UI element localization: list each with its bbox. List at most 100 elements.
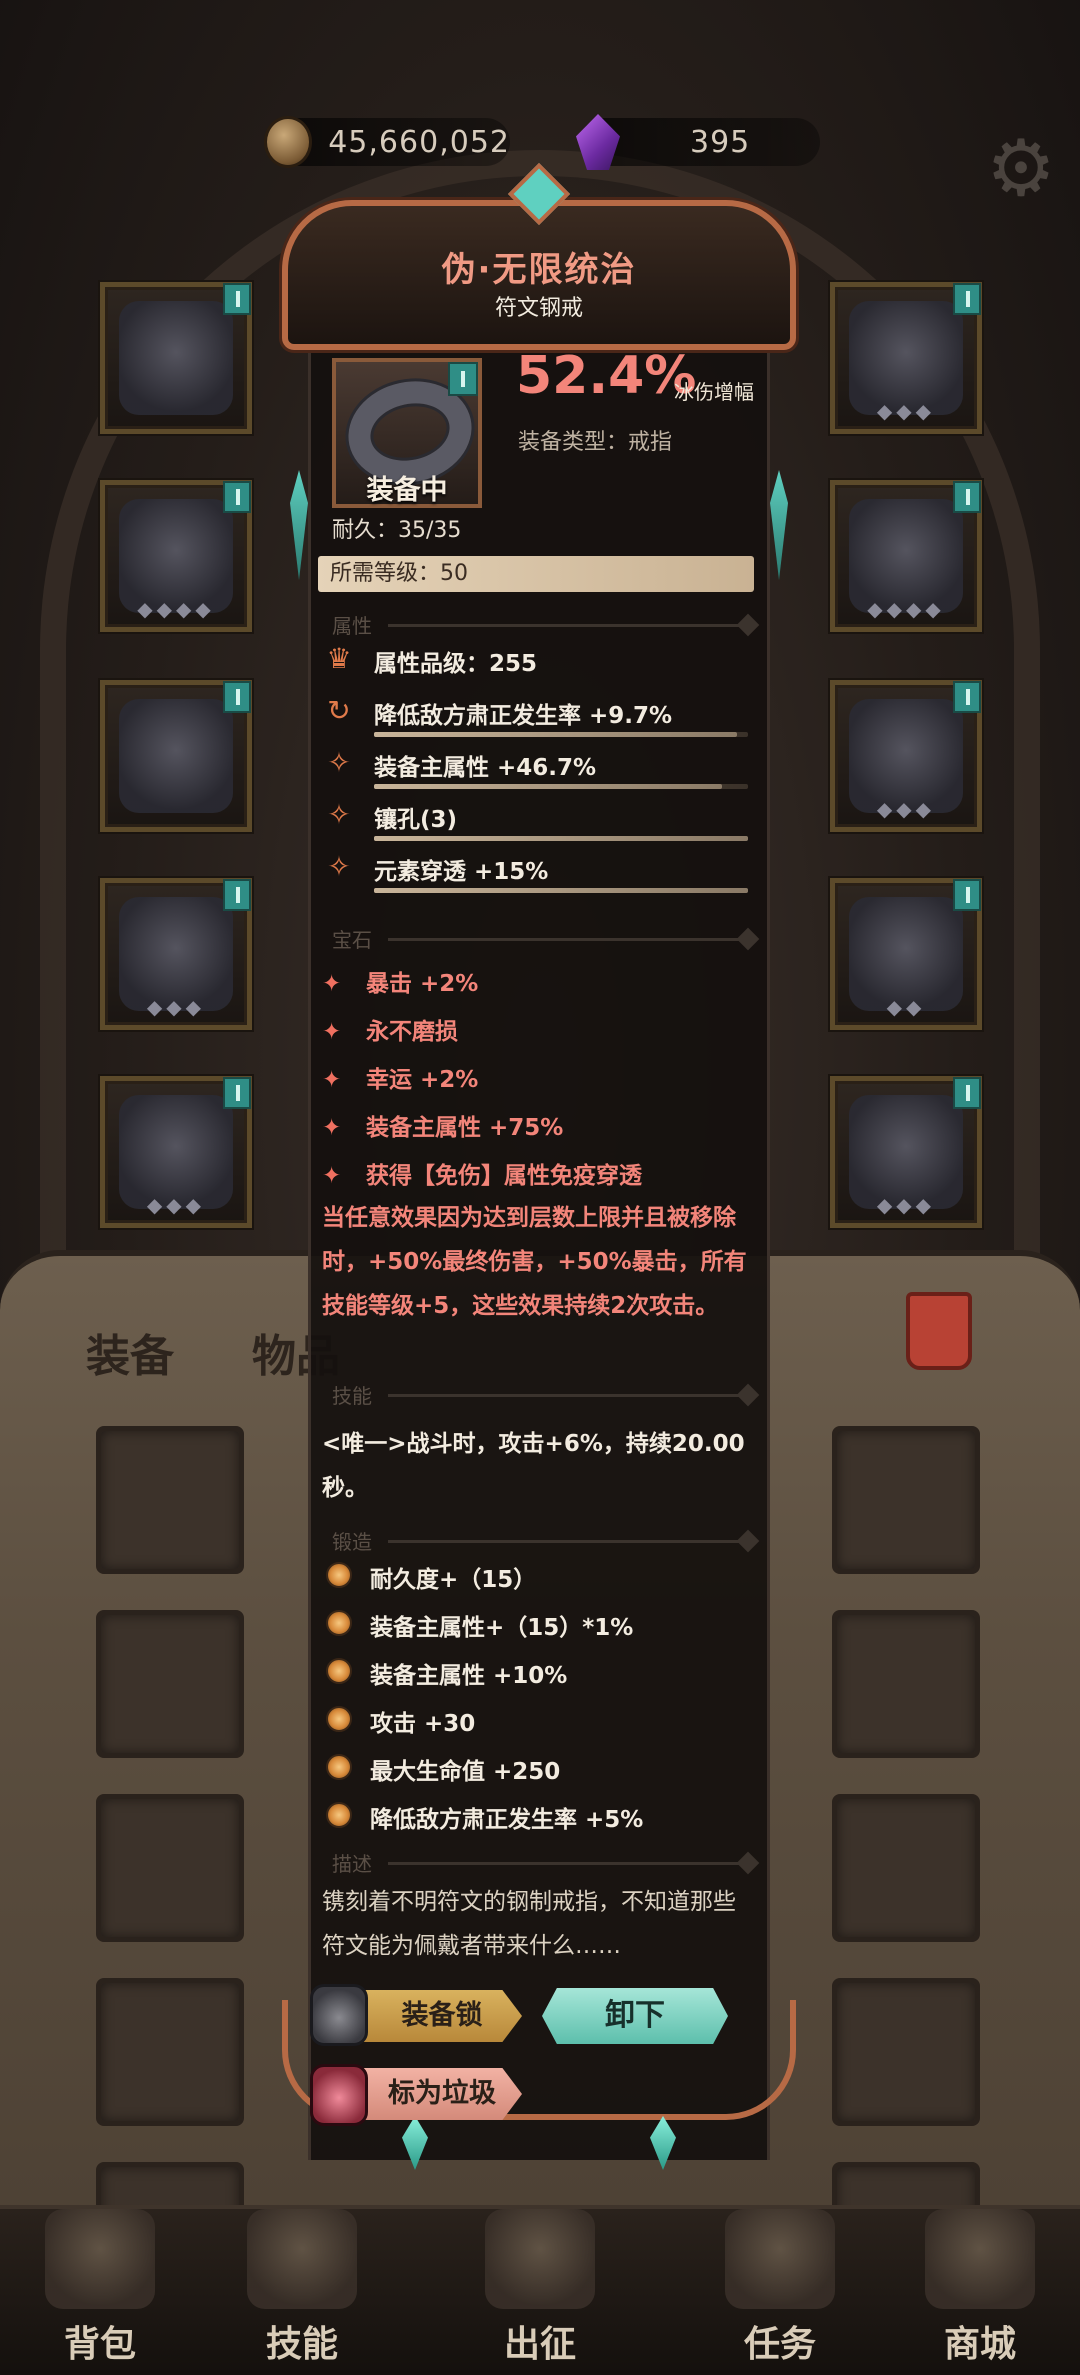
skill-book-icon bbox=[247, 2209, 357, 2309]
equip-slot-boots[interactable]: ◆◆◆ bbox=[100, 1076, 252, 1228]
durability: 耐久：35/35 bbox=[332, 518, 462, 543]
nav-skills[interactable]: 技能 bbox=[212, 2209, 392, 2367]
inventory-slot[interactable] bbox=[96, 1426, 244, 1574]
gem-star-icon: ✦ bbox=[322, 1163, 342, 1189]
attr-bar bbox=[374, 836, 748, 841]
socket-gems: ◆◆◆ bbox=[876, 399, 936, 423]
equip-slot-weapon[interactable]: ◆◆ bbox=[830, 878, 982, 1030]
slot-tag bbox=[953, 879, 981, 911]
equip-slot-amulet[interactable]: ◆◆◆ bbox=[830, 282, 982, 434]
forge-text: 攻击 +30 bbox=[370, 1711, 476, 1737]
forge-text: 装备主属性 +10% bbox=[370, 1663, 568, 1689]
attr-bar bbox=[374, 732, 748, 737]
inventory-slot[interactable] bbox=[832, 1610, 980, 1758]
slot-tag bbox=[223, 283, 251, 315]
unequip-button[interactable]: 卸下 bbox=[542, 1988, 728, 2044]
nav-label: 商城 bbox=[943, 2324, 1016, 2365]
inventory-slot[interactable] bbox=[96, 1610, 244, 1758]
bottom-nav: 背包 技能 出征 任务 商城 bbox=[0, 2205, 1080, 2375]
equip-slot-gloves[interactable] bbox=[100, 680, 252, 832]
section-divider bbox=[388, 938, 752, 941]
equip-slot-belt[interactable]: ◆◆◆ bbox=[100, 878, 252, 1030]
section-divider bbox=[388, 624, 752, 627]
forge-dot-icon bbox=[326, 1610, 352, 1636]
equip-slot-ring[interactable]: ◆◆◆ bbox=[830, 680, 982, 832]
quest-scroll-icon bbox=[725, 2209, 835, 2309]
attr-text: 镶孔(3) bbox=[374, 807, 458, 833]
section-skills: 技能 bbox=[332, 1380, 752, 1410]
settings-gear-icon[interactable]: ⚙ bbox=[980, 128, 1062, 210]
attr-text: 装备主属性 +46.7% bbox=[374, 755, 597, 781]
boots-icon bbox=[119, 1095, 233, 1209]
forge-row: 降低敌方肃正发生率 +5% bbox=[326, 1794, 756, 1834]
main-stat-label: 冰伤增幅 bbox=[674, 380, 754, 404]
nav-backpack[interactable]: 背包 bbox=[10, 2209, 190, 2367]
gem-star-icon: ✦ bbox=[322, 1067, 342, 1093]
gold-amount: 45,660,052 bbox=[328, 124, 510, 160]
inventory-slot[interactable] bbox=[832, 1426, 980, 1574]
nav-quests[interactable]: 任务 bbox=[690, 2209, 870, 2367]
gem-text: 获得【免伤】属性免疫穿透 bbox=[366, 1163, 642, 1189]
gem-row: ✦ 装备主属性 +75% bbox=[322, 1108, 762, 1142]
forge-row: 最大生命值 +250 bbox=[326, 1746, 756, 1786]
forge-dot-icon bbox=[326, 1562, 352, 1588]
socket-gems: ◆◆◆◆ bbox=[137, 597, 215, 621]
section-label: 技能 bbox=[332, 1384, 372, 1408]
section-forge: 锻造 bbox=[332, 1526, 752, 1556]
slot-tag bbox=[223, 879, 251, 911]
shop-icon bbox=[925, 2209, 1035, 2309]
item-name: 伪·无限统治 bbox=[441, 250, 637, 290]
forge-text: 最大生命值 +250 bbox=[370, 1759, 561, 1785]
attr-bar-fill bbox=[374, 888, 748, 893]
gem-amount: 395 bbox=[690, 124, 751, 160]
socket-gems: ◆◆◆ bbox=[146, 995, 206, 1019]
equip-slot-bracer[interactable]: ◆◆◆◆ bbox=[830, 480, 982, 632]
weapon-icon bbox=[849, 897, 963, 1011]
attr-bar-fill bbox=[374, 732, 737, 737]
attr-row: ✧ 镶孔(3) bbox=[322, 796, 762, 841]
item-detail-panel: 伪·无限统治 符文钢戒 装备中 52.4% 冰伤增幅 装备类型：戒指 耐久：35… bbox=[282, 200, 796, 2170]
slot-tag bbox=[223, 1077, 251, 1109]
section-label: 锻造 bbox=[332, 1530, 372, 1554]
slot-tag bbox=[953, 1077, 981, 1109]
equip-slot-helmet[interactable] bbox=[100, 282, 252, 434]
trash-icon[interactable] bbox=[906, 1292, 972, 1370]
bracer-icon bbox=[849, 499, 963, 613]
nav-expedition[interactable]: 出征 bbox=[450, 2209, 630, 2367]
attr-text: 元素穿透 +15% bbox=[374, 859, 549, 885]
section-divider bbox=[388, 1862, 752, 1865]
forge-row: 装备主属性+（15）*1% bbox=[326, 1602, 756, 1642]
attr-row: ✧ 元素穿透 +15% bbox=[322, 848, 762, 893]
attr-row: ✧ 装备主属性 +46.7% bbox=[322, 744, 762, 789]
spark-icon: ✧ bbox=[327, 850, 351, 883]
section-label: 属性 bbox=[332, 614, 372, 638]
nav-label: 背包 bbox=[63, 2324, 136, 2365]
lock-icon bbox=[310, 1984, 368, 2046]
nav-label: 技能 bbox=[265, 2324, 338, 2365]
inventory-slot[interactable] bbox=[96, 1794, 244, 1942]
equipped-label: 装备中 bbox=[366, 475, 448, 506]
gem-star-icon: ✦ bbox=[322, 1115, 342, 1141]
orb-icon bbox=[849, 1095, 963, 1209]
forge-text: 装备主属性+（15）*1% bbox=[370, 1615, 634, 1641]
gloves-icon bbox=[119, 699, 233, 813]
skill-text: <唯一>战斗时，攻击+6%，持续20.00秒。 bbox=[322, 1431, 745, 1501]
tab-equipment[interactable]: 装备 bbox=[86, 1320, 174, 1384]
nav-label: 任务 bbox=[743, 2324, 816, 2365]
attr-bar bbox=[374, 888, 748, 893]
inventory-slot[interactable] bbox=[832, 1978, 980, 2126]
inventory-slot[interactable] bbox=[96, 1978, 244, 2126]
nav-label: 出征 bbox=[503, 2324, 576, 2365]
attr-bar bbox=[374, 784, 748, 789]
nav-shop[interactable]: 商城 bbox=[890, 2209, 1070, 2367]
gem-row: ✦ 暴击 +2% bbox=[322, 964, 762, 998]
equip-slot-orb[interactable]: ◆◆◆ bbox=[830, 1076, 982, 1228]
attr-bar-fill bbox=[374, 784, 722, 789]
attr-text: 属性品级：255 bbox=[374, 651, 538, 677]
junk-potion-icon bbox=[310, 2064, 368, 2126]
equip-slot-armor[interactable]: ◆◆◆◆ bbox=[100, 480, 252, 632]
inventory-slot[interactable] bbox=[832, 1794, 980, 1942]
gem-effect-text: 当任意效果因为达到层数上限并且被移除时，+50%最终伤害，+50%暴击，所有技能… bbox=[322, 1205, 747, 1319]
socket-gems: ◆◆◆◆ bbox=[867, 597, 945, 621]
gem-star-icon: ✦ bbox=[322, 971, 342, 997]
